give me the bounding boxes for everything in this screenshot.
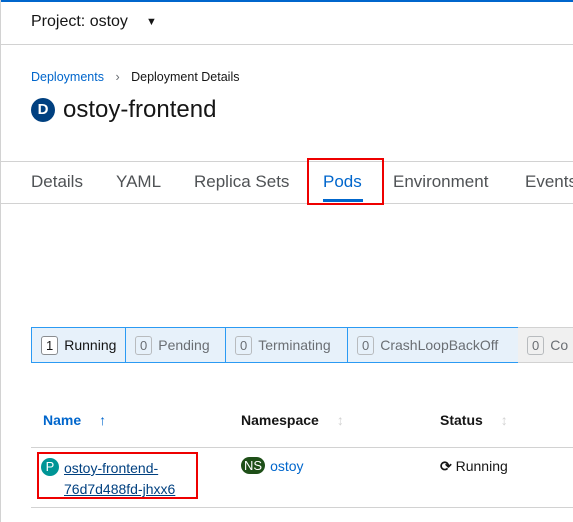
sort-ascending-icon: ↑ <box>99 412 107 428</box>
divider <box>1 203 573 204</box>
status-text: Running <box>455 458 508 474</box>
filter-terminating[interactable]: 0 Terminating <box>225 327 348 363</box>
filter-label: Co <box>550 337 569 353</box>
header-label: Namespace <box>241 412 319 428</box>
tab-replica-sets[interactable]: Replica Sets <box>194 172 289 192</box>
tab-events[interactable]: Events <box>525 172 573 192</box>
breadcrumb: Deployments › Deployment Details <box>31 70 239 84</box>
breadcrumb-current: Deployment Details <box>131 70 240 84</box>
sort-icon: ↕ <box>336 412 344 428</box>
divider <box>31 507 573 508</box>
namespace-badge-icon: NS <box>241 457 266 474</box>
sort-icon: ↕ <box>500 412 508 428</box>
column-header-name[interactable]: Name ↑ <box>43 412 106 428</box>
highlight-box-pod-name <box>37 452 198 499</box>
deployment-badge-icon: D <box>31 98 55 122</box>
filter-count: 0 <box>357 335 375 355</box>
chevron-right-icon: › <box>115 70 120 84</box>
tab-details[interactable]: Details <box>31 172 83 192</box>
header-label: Name <box>43 412 82 428</box>
divider <box>1 44 573 45</box>
divider <box>1 161 573 162</box>
filter-completed[interactable]: 0 Co <box>518 327 573 363</box>
filter-count: 0 <box>235 335 253 355</box>
filter-count: 1 <box>41 335 59 355</box>
status-cell: ⟳ Running <box>440 458 508 475</box>
column-header-namespace[interactable]: Namespace ↕ <box>241 412 344 428</box>
tab-environment[interactable]: Environment <box>393 172 488 192</box>
column-header-status[interactable]: Status ↕ <box>440 412 508 428</box>
filter-label: Pending <box>158 337 210 353</box>
highlight-box-pods-tab <box>307 158 384 205</box>
filter-crashloopbackoff[interactable]: 0 CrashLoopBackOff <box>347 327 519 363</box>
filter-pending[interactable]: 0 Pending <box>125 327 226 363</box>
left-border <box>0 0 1 522</box>
filter-count: 0 <box>135 335 153 355</box>
namespace-link[interactable]: ostoy <box>270 458 303 474</box>
breadcrumb-deployments-link[interactable]: Deployments <box>31 70 104 84</box>
project-label: Project: ostoy <box>31 13 128 30</box>
tab-yaml[interactable]: YAML <box>116 172 161 192</box>
filter-count: 0 <box>527 335 545 355</box>
page-title: D ostoy-frontend <box>31 96 216 124</box>
project-selector[interactable]: Project: ostoy ▼ <box>31 13 157 31</box>
filter-running[interactable]: 1 Running <box>31 327 126 363</box>
filter-label: CrashLoopBackOff <box>380 337 499 353</box>
namespace-cell: NS ostoy <box>241 457 304 474</box>
caret-down-icon: ▼ <box>145 16 157 28</box>
filter-label: Terminating <box>258 337 331 353</box>
header-label: Status <box>440 412 483 428</box>
deployment-name: ostoy-frontend <box>63 96 217 123</box>
divider <box>31 447 573 448</box>
filter-label: Running <box>64 337 117 353</box>
top-accent-bar <box>0 0 573 2</box>
sync-icon: ⟳ <box>440 458 452 474</box>
